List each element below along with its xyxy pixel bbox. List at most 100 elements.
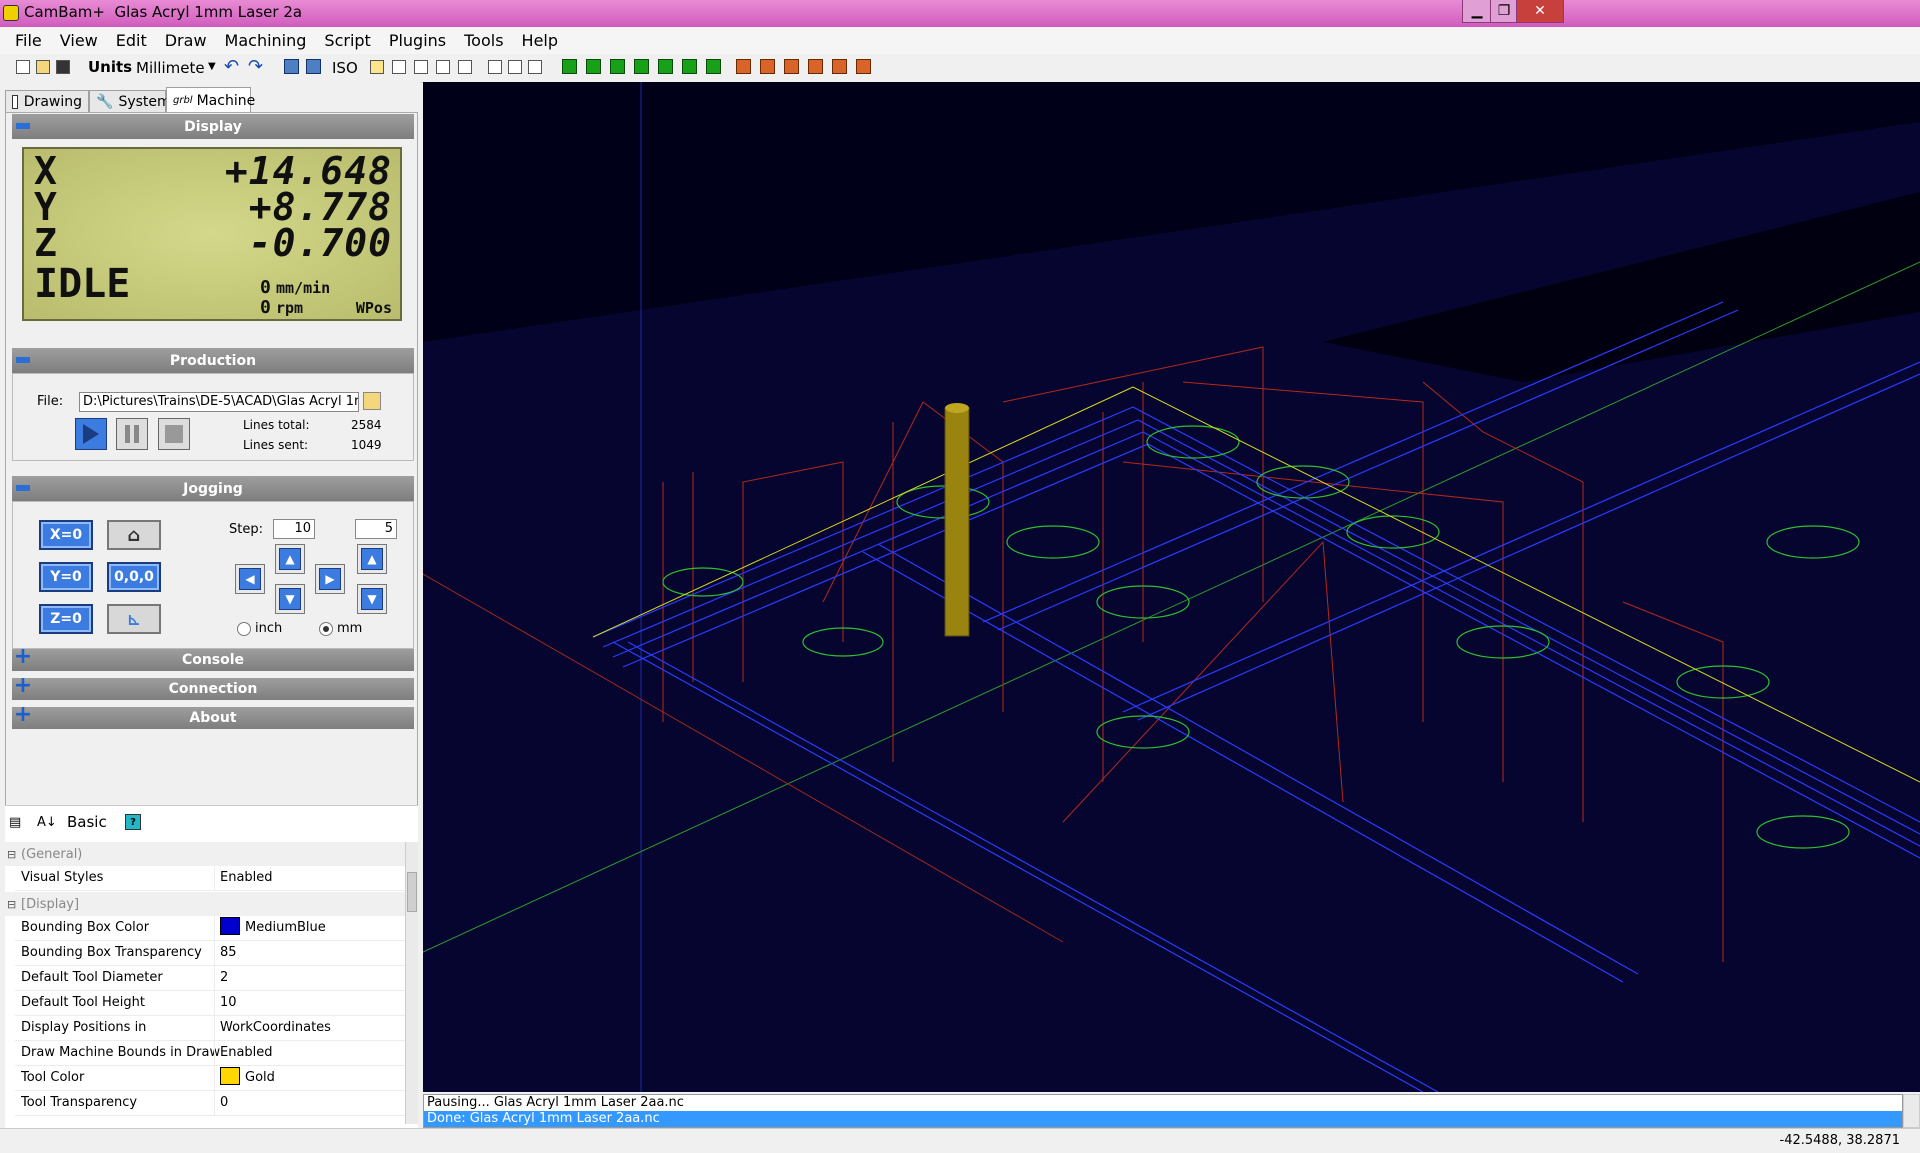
property-value[interactable]: MediumBlue [245,920,326,935]
help-icon[interactable]: ? [125,806,141,838]
property-value[interactable]: 10 [220,995,237,1010]
view-cube-3-icon[interactable] [414,60,428,74]
machining-op-4-icon[interactable] [634,59,649,74]
cam-tool-3-icon[interactable] [784,59,799,74]
menu-plugins[interactable]: Plugins [380,31,455,50]
new-file-icon[interactable] [16,60,30,74]
tab-machine[interactable]: grbl Machine [166,87,255,113]
close-icon[interactable]: ✕ [1516,0,1564,23]
expand-icon[interactable]: + [14,673,32,698]
view-cube-4-icon[interactable] [436,60,450,74]
table-view-icon[interactable] [306,59,321,74]
collapse-icon[interactable] [16,123,30,129]
log-scrollbar[interactable] [1903,1094,1920,1128]
menu-script[interactable]: Script [315,31,379,50]
property-row[interactable]: Display Positions in WorkCoordinates [15,1016,405,1041]
categorized-icon[interactable]: ▤ [9,806,29,838]
property-row[interactable]: Visual Styles Enabled [15,866,405,891]
view-cube-6-icon[interactable] [488,60,502,74]
property-value[interactable]: 2 [220,970,228,985]
property-value[interactable]: 0 [220,1095,228,1110]
log-line-selected[interactable]: Done: Glas Acryl 1mm Laser 2aa.nc [424,1111,1902,1127]
property-row[interactable]: Tool Color Gold [15,1066,405,1091]
file-path-field[interactable]: D:\Pictures\Trains\DE-5\ACAD\Glas Acryl … [79,392,359,412]
display-section-header[interactable]: Display [12,114,414,139]
radio-inch[interactable] [237,622,251,636]
start-button[interactable] [75,418,107,450]
machining-op-3-icon[interactable] [610,59,625,74]
probe-button[interactable]: ⊾ [107,604,161,634]
jog-y-plus-button[interactable]: ▲ [275,544,305,574]
view-cube-5-icon[interactable] [458,60,472,74]
property-value[interactable]: Gold [245,1070,275,1085]
step-xy-input[interactable]: 10 [273,519,315,539]
view-cube-7-icon[interactable] [508,60,522,74]
machining-op-5-icon[interactable] [658,59,673,74]
collapse-icon[interactable] [16,357,30,363]
connection-section-header[interactable]: + Connection [12,673,414,700]
tab-system[interactable]: 🔧 System [89,90,171,112]
expand-icon[interactable]: + [14,702,32,727]
property-row[interactable]: Bounding Box Transparency 85 [15,941,405,966]
menu-machining[interactable]: Machining [216,31,316,50]
production-section-header[interactable]: Production [12,348,414,373]
stop-button[interactable] [158,418,190,450]
basic-view-button[interactable]: Basic [67,806,107,838]
property-value[interactable]: Enabled [220,1045,273,1060]
category-display[interactable]: ⊟ [Display] [5,892,405,916]
maximize-icon[interactable]: ❐ [1490,0,1518,23]
redo-icon[interactable]: ↷ [248,56,263,77]
jog-y-minus-button[interactable]: ▼ [275,584,305,614]
cam-tool-4-icon[interactable] [808,59,823,74]
collapse-category-icon[interactable]: ⊟ [7,848,17,861]
cam-tool-2-icon[interactable] [760,59,775,74]
units-select[interactable]: Millimete [136,59,205,77]
view-cube-1-icon[interactable] [370,60,384,74]
menu-tools[interactable]: Tools [455,31,512,50]
property-row[interactable]: Draw Machine Bounds in Drawing Enabled [15,1041,405,1066]
pause-button[interactable] [116,418,148,450]
menu-edit[interactable]: Edit [107,31,156,50]
property-row[interactable]: Tool Transparency 0 [15,1091,405,1116]
menu-view[interactable]: View [51,31,107,50]
collapse-category-icon[interactable]: ⊟ [7,898,17,911]
machining-op-7-icon[interactable] [706,59,721,74]
jog-x-plus-button[interactable]: ▶ [315,564,345,594]
home-button[interactable]: ⌂ [107,520,161,550]
jogging-section-header[interactable]: Jogging [12,476,414,501]
cam-tool-1-icon[interactable] [736,59,751,74]
jog-x-minus-button[interactable]: ◀ [235,564,265,594]
property-value[interactable]: WorkCoordinates [220,1020,331,1035]
chevron-down-icon[interactable]: ▼ [208,61,216,72]
machining-op-1-icon[interactable] [562,59,577,74]
about-section-header[interactable]: + About [12,702,414,729]
zero-x-button[interactable]: X=0 [39,520,93,550]
scrollbar-thumb[interactable] [407,872,417,912]
menu-draw[interactable]: Draw [156,31,216,50]
radio-mm[interactable] [319,622,333,636]
console-section-header[interactable]: + Console [12,644,414,671]
property-row[interactable]: Bounding Box Color MediumBlue [15,916,405,941]
machining-op-2-icon[interactable] [586,59,601,74]
step-z-input[interactable]: 5 [355,519,397,539]
expand-icon[interactable]: + [14,644,32,669]
zero-y-button[interactable]: Y=0 [39,562,93,592]
property-value[interactable]: Enabled [220,870,273,885]
browse-folder-icon[interactable] [363,392,381,410]
property-value[interactable]: 85 [220,945,237,960]
menu-help[interactable]: Help [513,31,567,50]
view-cube-8-icon[interactable] [528,60,542,74]
jog-z-plus-button[interactable]: ▲ [357,544,387,574]
grid-view-icon[interactable] [284,59,299,74]
iso-view-button[interactable]: ISO [332,59,358,77]
3d-viewport[interactable] [423,82,1920,1092]
cam-tool-5-icon[interactable] [832,59,847,74]
cam-tool-6-icon[interactable] [856,59,871,74]
category-general[interactable]: ⊟ (General) [5,842,405,866]
open-folder-icon[interactable] [36,60,50,74]
tab-drawing[interactable]: Drawing [5,90,89,112]
property-row[interactable]: Default Tool Height 10 [15,991,405,1016]
jog-z-minus-button[interactable]: ▼ [357,584,387,614]
collapse-icon[interactable] [16,485,30,491]
minimize-icon[interactable]: ▁ [1462,0,1492,23]
